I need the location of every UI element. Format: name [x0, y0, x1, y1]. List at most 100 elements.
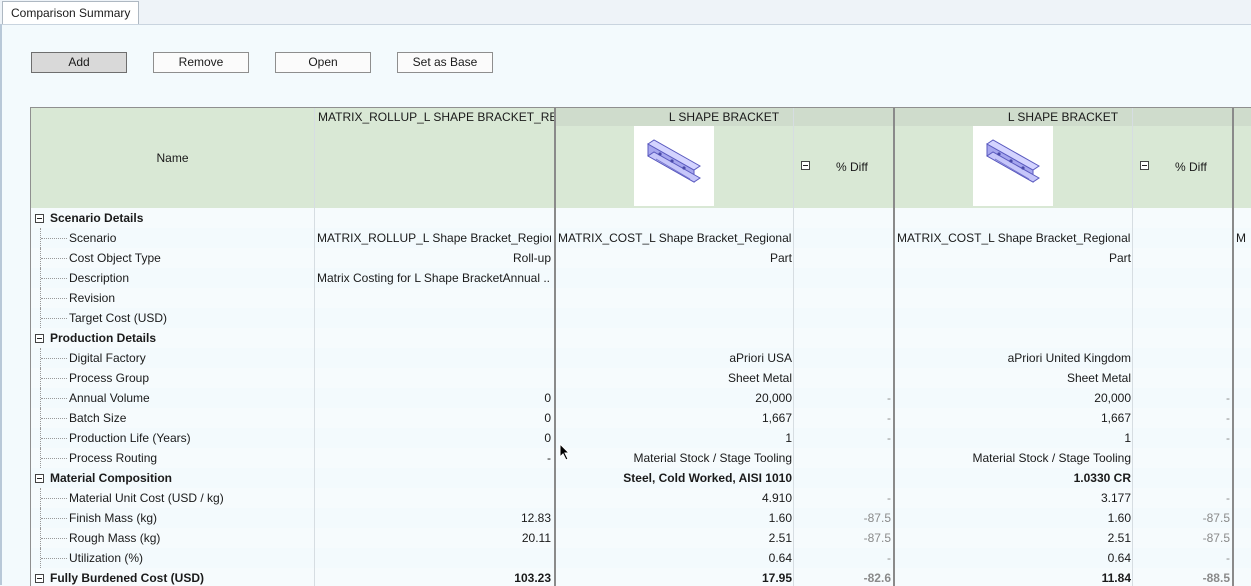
collapse-diff-icon[interactable] [1140, 161, 1149, 170]
row-name-cell: Description [31, 268, 314, 288]
rollup-value-cell: 0 [544, 431, 551, 445]
table-row[interactable]: Scenario MATRIX_ROLLUP_L Shape Bracket_Re… [31, 228, 1251, 248]
bracket-thumbnail-icon [973, 126, 1053, 206]
row-name-cell: Utilization (%) [31, 548, 314, 568]
table-row[interactable]: Rough Mass (kg) 20.11 2.51 -87.5 2.51 -87.5 [31, 528, 1251, 548]
comparison-2-diff-cell: - [1226, 491, 1230, 505]
comparison-2-diff-cell [1134, 268, 1230, 288]
row-label: Material Unit Cost (USD / kg) [69, 491, 224, 505]
comparison-1-value-cell [558, 288, 792, 308]
comparison-1-value-cell: Part [769, 251, 792, 265]
comparison-1-value-cell [558, 208, 792, 228]
comparison-1-value-cell: 1,667 [761, 411, 792, 425]
name-column-header[interactable]: Name [31, 108, 314, 208]
open-button[interactable]: Open [275, 52, 371, 73]
tree-line [41, 398, 67, 399]
table-row[interactable]: Finish Mass (kg) 12.83 1.60 -87.5 1.60 -87.5 [31, 508, 1251, 528]
panel-border [0, 24, 2, 585]
table-row[interactable]: Cost Object Type Roll-up Part Part [31, 248, 1251, 268]
row-name-cell: Process Group [31, 368, 314, 388]
row-name-cell: Material Unit Cost (USD / kg) [31, 488, 314, 508]
mouse-cursor-icon [559, 443, 571, 461]
collapse-diff-icon[interactable] [801, 161, 810, 170]
comparison-grid: Name MATRIX_ROLLUP_L SHAPE BRACKET_REGI.… [30, 107, 1251, 586]
comparison-1-value-cell: aPriori USA [729, 351, 792, 365]
comparison-1-column-header[interactable]: L SHAPE BRACKET [555, 108, 893, 126]
set-as-base-button[interactable]: Set as Base [397, 52, 493, 73]
comparison-1-diff-cell [795, 208, 891, 228]
tree-line [41, 518, 67, 519]
comparison-3-value-cell: M [1236, 231, 1246, 245]
rollup-value-cell: 0 [544, 411, 551, 425]
tree-line [41, 278, 67, 279]
comparison-2-value-cell: 1.60 [1107, 511, 1131, 525]
table-row[interactable]: Digital Factory aPriori USA aPriori United… [31, 348, 1251, 368]
row-name-cell: Scenario [31, 228, 314, 248]
comparison-2-value-cell: MATRIX_COST_L Shape Bracket_Regional ... [897, 231, 1131, 245]
section-row[interactable]: Production Details [31, 328, 1251, 348]
comparison-2-diff-cell: - [1226, 391, 1230, 405]
collapse-section-icon[interactable] [35, 474, 44, 483]
section-row[interactable]: Fully Burdened Cost (USD) 103.23 17.95 -82.… [31, 568, 1251, 586]
table-row[interactable]: Target Cost (USD) [31, 308, 1251, 328]
comparison-2-value-cell: 2.51 [1107, 531, 1131, 545]
bracket-thumbnail-icon [634, 126, 714, 206]
comparison-1-diff-cell [795, 468, 891, 488]
section-row[interactable]: Scenario Details [31, 208, 1251, 228]
tab-comparison-summary[interactable]: Comparison Summary [2, 1, 140, 24]
tree-line [41, 438, 67, 439]
comparison-2-diff-cell [1134, 448, 1230, 468]
row-label: Annual Volume [69, 391, 150, 405]
rollup-value-cell [317, 368, 551, 388]
table-row[interactable]: Material Unit Cost (USD / kg) 4.910 - 3.177… [31, 488, 1251, 508]
table-row[interactable]: Annual Volume 0 20,000 - 20,000 - [31, 388, 1251, 408]
comparison-2-column-header[interactable]: L SHAPE BRACKET [894, 108, 1232, 126]
section-label: Material Composition [50, 471, 173, 485]
tree-line [41, 418, 67, 419]
row-name-cell: Cost Object Type [31, 248, 314, 268]
comparison-2-diff-cell [1134, 468, 1230, 488]
table-row[interactable]: Production Life (Years) 0 1 - 1 - [31, 428, 1251, 448]
collapse-section-icon[interactable] [35, 334, 44, 343]
comparison-3-column-header[interactable] [1233, 108, 1251, 126]
column-divider [1232, 108, 1234, 586]
comparison-1-diff-cell [795, 248, 891, 268]
row-label: Cost Object Type [69, 251, 161, 265]
comparison-1-diff-cell: -87.5 [863, 511, 891, 525]
remove-button[interactable]: Remove [153, 52, 249, 73]
row-label: Utilization (%) [69, 551, 144, 565]
comparison-2-value-cell: Part [1108, 251, 1131, 265]
row-name-cell: Fully Burdened Cost (USD) [31, 568, 314, 586]
table-row[interactable]: Description Matrix Costing for L Shape Br… [31, 268, 1251, 288]
grid-body: Scenario Details Scenario MATRIX_ROLLUP_L … [31, 208, 1251, 586]
row-label: Target Cost (USD) [69, 311, 168, 325]
column-divider [554, 108, 556, 586]
table-row[interactable]: Process Routing - Material Stock / Stage T… [31, 448, 1251, 468]
row-label: Process Routing [69, 451, 158, 465]
section-row[interactable]: Material Composition Steel, Cold Worked, … [31, 468, 1251, 488]
comparison-1-diff-cell [795, 288, 891, 308]
table-row[interactable]: Batch Size 0 1,667 - 1,667 - [31, 408, 1251, 428]
collapse-section-icon[interactable] [35, 214, 44, 223]
add-button[interactable]: Add [31, 52, 127, 73]
comparison-2-diff-cell [1134, 248, 1230, 268]
table-row[interactable]: Process Group Sheet Metal Sheet Metal [31, 368, 1251, 388]
table-row[interactable]: Revision [31, 288, 1251, 308]
comparison-2-diff-cell: - [1226, 431, 1230, 445]
comparison-1-value-cell: 20,000 [755, 391, 792, 405]
comparison-2-diff-cell: - [1226, 411, 1230, 425]
rollup-value-cell: MATRIX_ROLLUP_L Shape Bracket_Region... [317, 231, 551, 245]
table-row[interactable]: Utilization (%) 0.64 - 0.64 - [31, 548, 1251, 568]
comparison-1-value-cell: 1.60 [768, 511, 792, 525]
comparison-1-diff-cell: -82.6 [863, 571, 891, 585]
row-label: Scenario [69, 231, 117, 245]
comparison-2-diff-cell: - [1226, 551, 1230, 565]
rollup-column-header[interactable]: MATRIX_ROLLUP_L SHAPE BRACKET_REGI... [314, 108, 558, 126]
collapse-section-icon[interactable] [35, 574, 44, 583]
row-label: Rough Mass (kg) [69, 531, 161, 545]
comparison-1-value-cell [558, 268, 792, 288]
row-name-cell: Target Cost (USD) [31, 308, 314, 328]
rollup-value-cell [317, 208, 551, 228]
row-label: Revision [69, 291, 116, 305]
comparison-2-value-cell [897, 208, 1131, 228]
